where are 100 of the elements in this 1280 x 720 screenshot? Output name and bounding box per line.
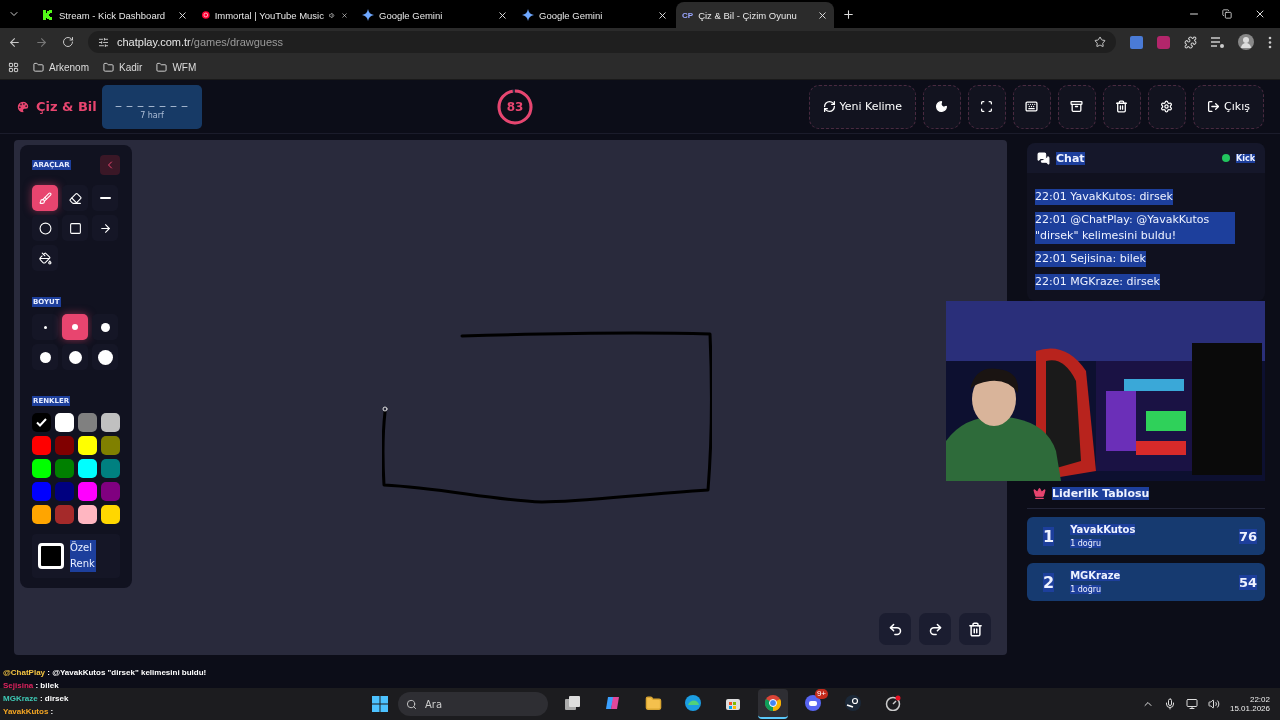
- word-mask: _ _ _ _ _ _ _: [115, 93, 189, 107]
- browser-tab[interactable]: Google Gemini: [356, 2, 514, 28]
- brush-tool-button[interactable]: [32, 185, 58, 211]
- color-swatch[interactable]: [32, 482, 51, 501]
- music-logo-icon: [202, 9, 210, 21]
- folder-icon: [156, 62, 168, 73]
- media-queue-icon[interactable]: [1211, 36, 1224, 48]
- color-swatch[interactable]: [32, 413, 51, 432]
- reload-icon[interactable]: [62, 36, 74, 48]
- rank-number: 2: [1043, 572, 1055, 592]
- sparkle-icon: [522, 9, 534, 21]
- swirl-globe-icon: [685, 695, 701, 711]
- platform-label: Kick: [1236, 153, 1255, 163]
- forward-icon[interactable]: [35, 35, 48, 49]
- clock[interactable]: 22:02 15.01.2026: [1229, 695, 1270, 713]
- extensions-icon[interactable]: [1184, 35, 1197, 49]
- fullscreen-icon: [980, 100, 994, 113]
- settings-button[interactable]: [1148, 84, 1187, 129]
- search-field[interactable]: Ara: [398, 692, 548, 716]
- fill-tool-button[interactable]: [32, 245, 58, 271]
- close-icon[interactable]: [817, 9, 828, 21]
- color-swatch[interactable]: [55, 505, 74, 524]
- close-icon[interactable]: [1254, 8, 1266, 20]
- restore-icon[interactable]: [1222, 9, 1232, 19]
- avatar-icon[interactable]: [1238, 34, 1254, 50]
- custom-color-swatch[interactable]: [38, 543, 64, 569]
- eraser-tool-button[interactable]: [62, 185, 88, 211]
- brush-size-button[interactable]: [62, 314, 88, 340]
- apps-icon[interactable]: [8, 62, 19, 73]
- paint-bucket-icon: [38, 251, 52, 265]
- windows-start-icon[interactable]: [372, 696, 388, 712]
- browser-tab[interactable]: Immortal | YouTube Music: [196, 2, 354, 28]
- checkmark-icon: [36, 418, 47, 427]
- browser-tab[interactable]: Google Gemini: [516, 2, 674, 28]
- more-menu-icon[interactable]: [1268, 35, 1272, 49]
- archive-button[interactable]: [1058, 84, 1097, 129]
- taskbar-app-button[interactable]: 9+: [798, 689, 828, 719]
- bookmark-link[interactable]: WFM: [156, 62, 197, 73]
- color-swatch[interactable]: [55, 413, 74, 432]
- volume-icon[interactable]: [1207, 698, 1220, 710]
- timer-value: 83: [506, 99, 524, 114]
- color-swatch[interactable]: [78, 459, 97, 478]
- square-tool-button[interactable]: [62, 215, 88, 241]
- color-swatch[interactable]: [55, 482, 74, 501]
- color-swatch[interactable]: [101, 505, 120, 524]
- address-bar[interactable]: chatplay.com.tr/games/drawguess: [88, 31, 1116, 53]
- color-swatch[interactable]: [101, 459, 120, 478]
- microphone-icon[interactable]: [1163, 698, 1176, 710]
- close-icon[interactable]: [497, 9, 508, 21]
- keyboard-button[interactable]: [1013, 84, 1052, 129]
- close-icon[interactable]: [177, 9, 188, 21]
- color-swatch[interactable]: [55, 459, 74, 478]
- moon-icon: [935, 100, 949, 113]
- color-swatch[interactable]: [78, 436, 97, 455]
- bookmark-link[interactable]: Arkenom: [33, 62, 89, 73]
- rank-number: 1: [1043, 526, 1055, 546]
- undo-button[interactable]: [879, 613, 911, 645]
- color-swatch[interactable]: [55, 436, 74, 455]
- circle-icon: [38, 221, 52, 235]
- redo-icon: [927, 621, 943, 637]
- line-tool-button[interactable]: [92, 185, 118, 211]
- color-swatch[interactable]: [78, 482, 97, 501]
- chat-message: 22:01 MGKraze: dirsek: [1035, 274, 1160, 290]
- arrow-tool-button[interactable]: [92, 215, 118, 241]
- close-icon[interactable]: [657, 9, 668, 21]
- color-swatch[interactable]: [32, 505, 51, 524]
- site-settings-icon[interactable]: [98, 36, 109, 48]
- monitor-icon[interactable]: [1185, 698, 1198, 710]
- brush-size-button[interactable]: [92, 344, 118, 370]
- url-text: chatplay.com.tr/games/drawguess: [117, 36, 284, 48]
- color-swatch[interactable]: [101, 413, 120, 432]
- folder-icon: [644, 694, 662, 712]
- browser-tab[interactable]: Stream - Kick Dashboard: [36, 2, 194, 28]
- color-swatch[interactable]: [32, 436, 51, 455]
- taskbar-app-button[interactable]: [758, 689, 788, 719]
- redo-button[interactable]: [919, 613, 951, 645]
- trash-button[interactable]: [1103, 84, 1142, 129]
- brush-size-button[interactable]: [32, 344, 58, 370]
- brush-size-button[interactable]: [62, 344, 88, 370]
- player-name: YavakKutos: [1070, 524, 1136, 535]
- browser-tab[interactable]: CP Çiz & Bil - Çizim Oyunu: [676, 2, 834, 28]
- refresh-button[interactable]: Yeni Kelime: [808, 84, 917, 129]
- new-tab-icon[interactable]: [842, 7, 855, 21]
- translate-icon[interactable]: [1130, 35, 1143, 49]
- circle-tool-button[interactable]: [32, 215, 58, 241]
- bookmark-star-icon[interactable]: [1094, 36, 1106, 48]
- brush-size-button[interactable]: [92, 314, 118, 340]
- refresh-icon: [822, 100, 836, 113]
- color-swatch[interactable]: [101, 482, 120, 501]
- bookmark-link[interactable]: Kadir: [103, 62, 143, 73]
- moon-button[interactable]: [923, 84, 962, 129]
- color-swatch[interactable]: [101, 436, 120, 455]
- keyboard-icon: [1025, 100, 1039, 113]
- color-swatch[interactable]: [78, 505, 97, 524]
- logout-button[interactable]: Çıkış: [1193, 84, 1264, 129]
- clear-button[interactable]: [959, 613, 991, 645]
- color-swatch[interactable]: [78, 413, 97, 432]
- back-icon[interactable]: [8, 35, 21, 49]
- color-swatch[interactable]: [32, 459, 51, 478]
- chat-message: 22:01 Sejisina: bilek: [1035, 251, 1146, 267]
